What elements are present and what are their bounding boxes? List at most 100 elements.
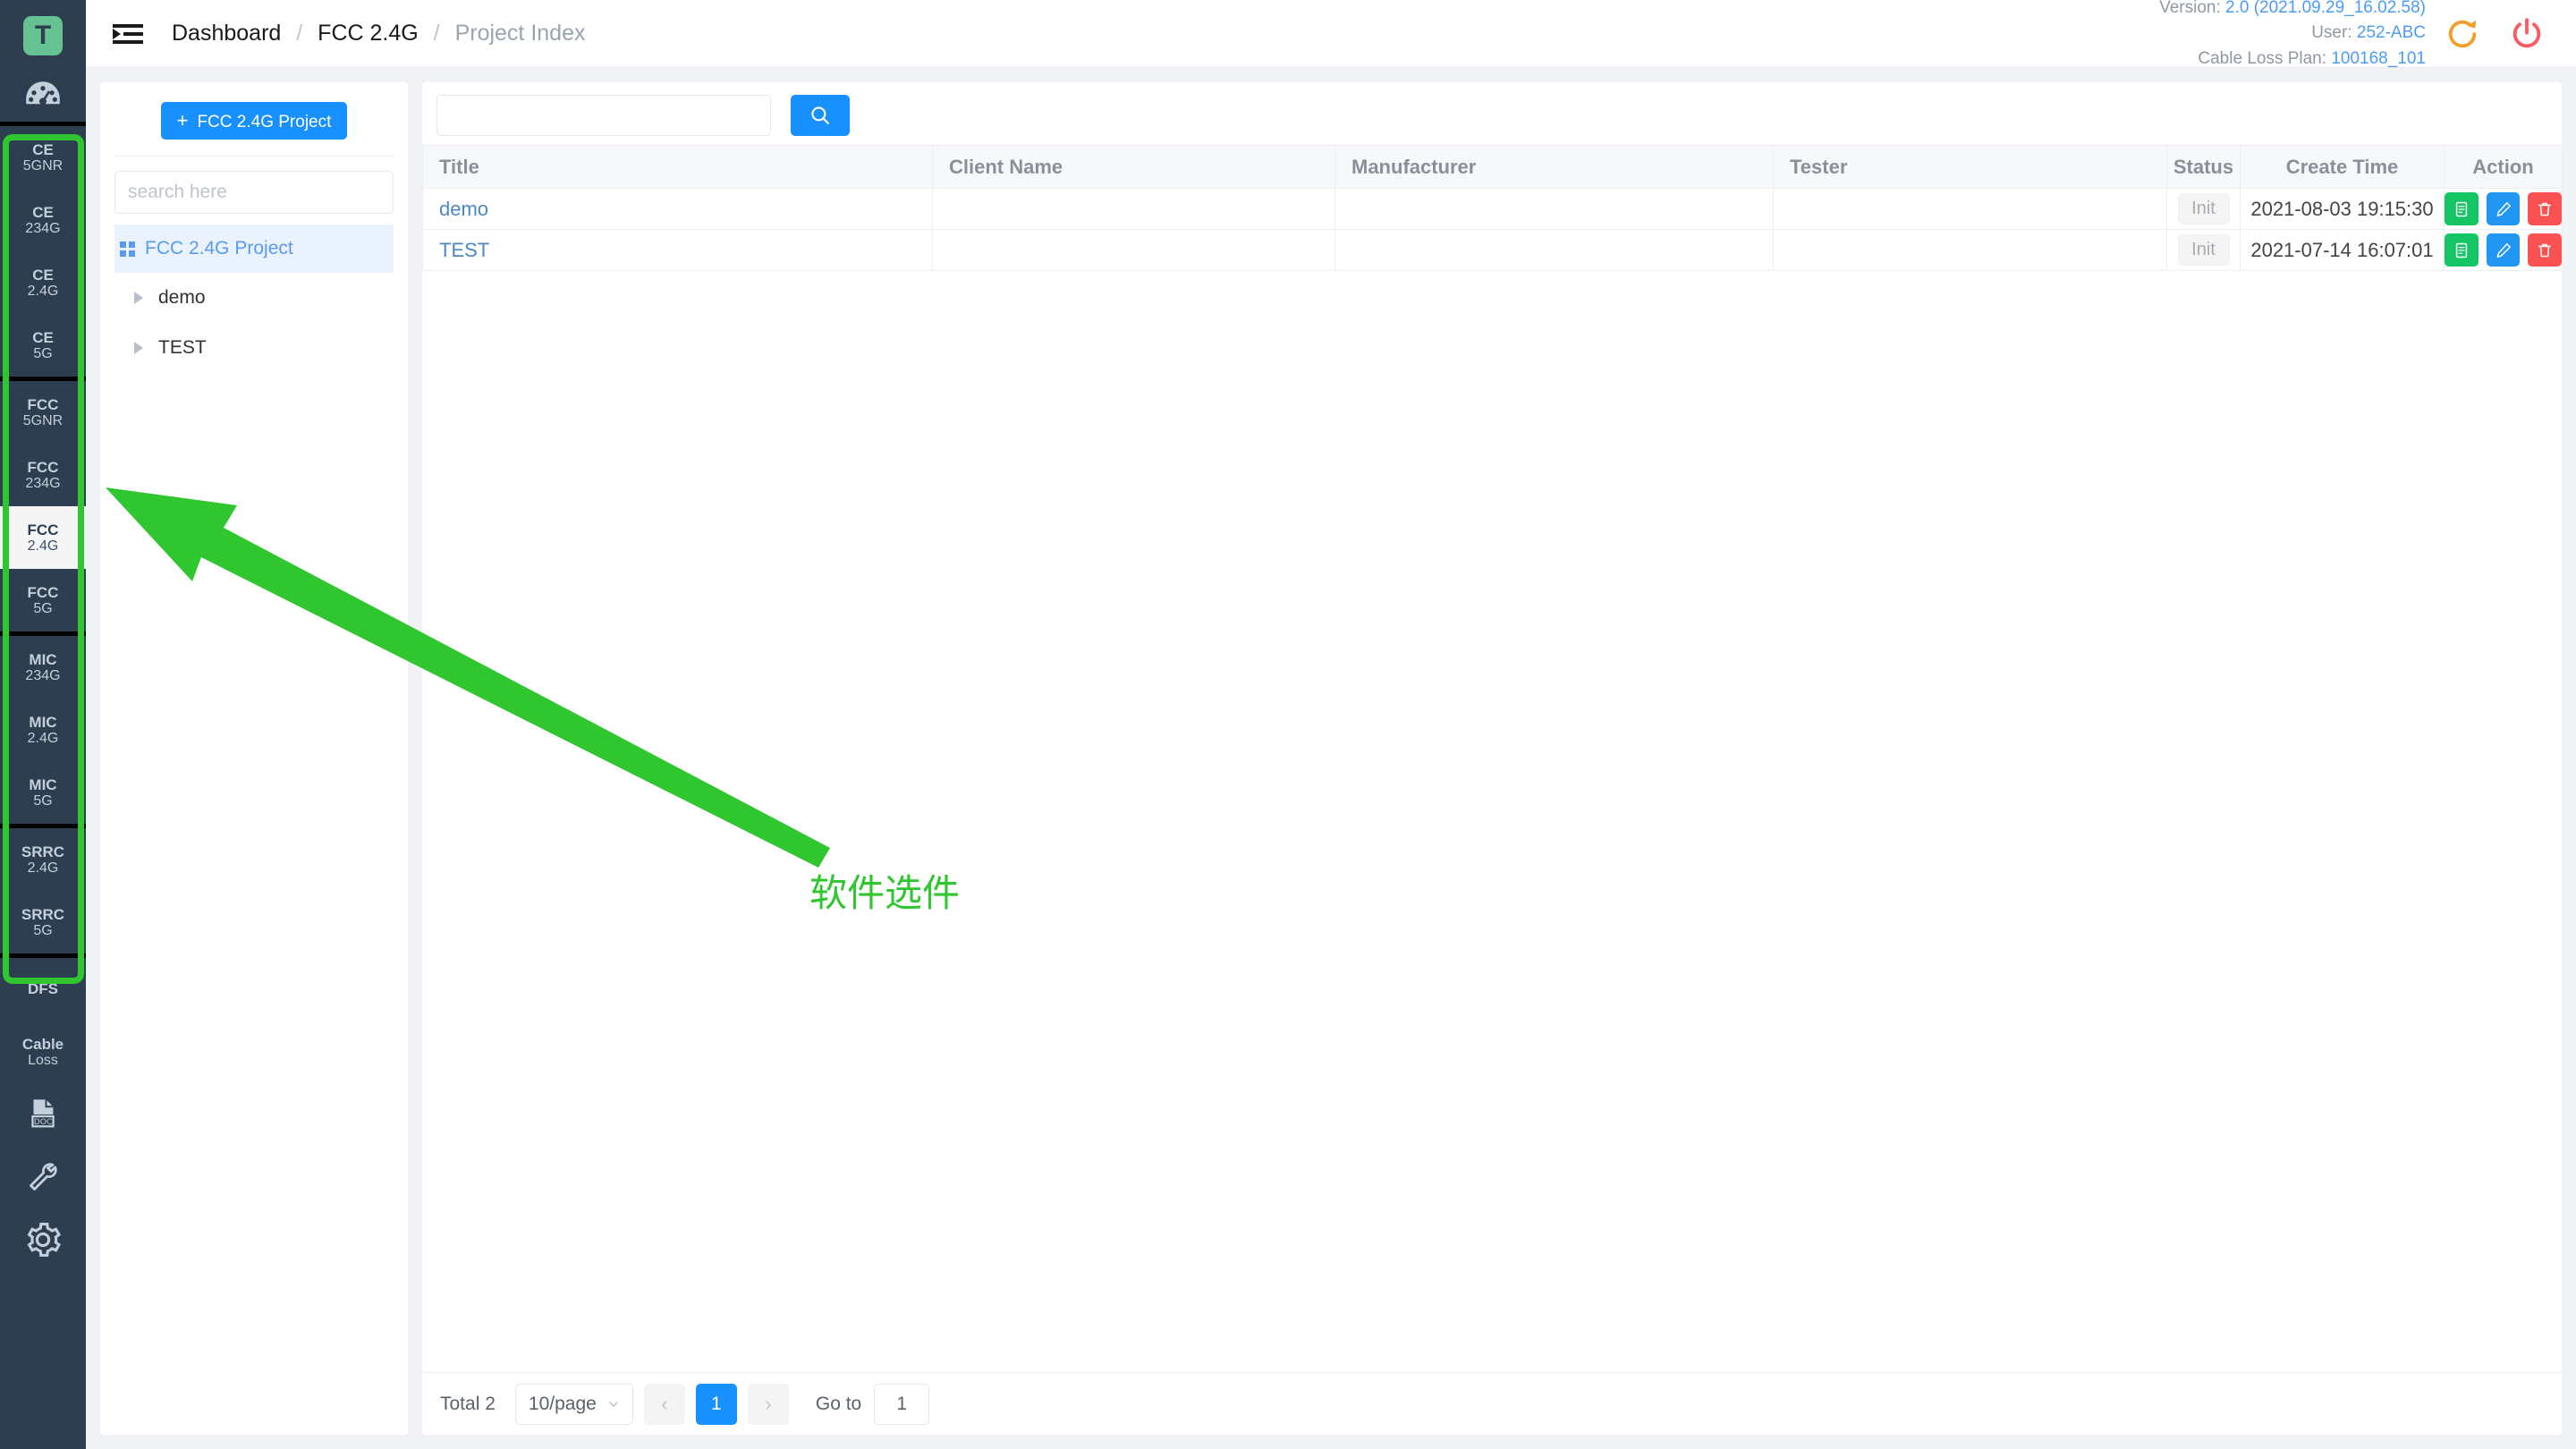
- rail-item-fcc-2.4g[interactable]: FCC 2.4G: [0, 506, 86, 569]
- gear-icon[interactable]: [0, 1208, 86, 1271]
- menu-fold-icon[interactable]: [113, 22, 143, 46]
- rail-item-srrc-5g[interactable]: SRRC 5G: [0, 891, 86, 953]
- rail-item-cable-loss[interactable]: Cable Loss: [0, 1021, 86, 1083]
- header-right-group: Version: 2.0 (2021.09.29_16.02.58) User:…: [2159, 0, 2576, 72]
- breadcrumb-item-fcc-2.4g[interactable]: FCC 2.4G: [318, 21, 419, 46]
- rail-item-line2: Loss: [28, 1052, 58, 1068]
- rail-item-fcc-234g[interactable]: FCC 234G: [0, 444, 86, 506]
- rail-item-ce-5gnr[interactable]: CE 5GNR: [0, 126, 86, 189]
- add-project-button[interactable]: + FCC 2.4G Project: [160, 102, 348, 140]
- goto-page-input[interactable]: [874, 1383, 930, 1425]
- pagination-bar: Total 2 10/page ‹ 1 › Go to: [422, 1372, 2562, 1435]
- version-value: 2.0 (2021.09.29_16.02.58): [2225, 0, 2426, 17]
- rail-item-ce-5g[interactable]: CE 5G: [0, 314, 86, 377]
- column-header-create-time: Create Time: [2240, 145, 2445, 189]
- rail-item-line2: 5GNR: [22, 412, 64, 428]
- tree-node-label: demo: [158, 287, 206, 308]
- rail-item-mic-2.4g[interactable]: MIC 2.4G: [0, 699, 86, 761]
- rail-item-line1: FCC: [27, 583, 59, 601]
- tree-root-node[interactable]: FCC 2.4G Project: [114, 225, 394, 273]
- chevron-right-icon[interactable]: [134, 292, 143, 304]
- search-icon: [811, 106, 829, 124]
- user-label: User:: [2311, 23, 2352, 43]
- search-button[interactable]: [791, 95, 850, 136]
- cell-create-time: 2021-08-03 19:15:30: [2240, 188, 2445, 230]
- rail-item-line1: MIC: [29, 775, 57, 793]
- rail-item-fcc-5gnr[interactable]: FCC 5GNR: [0, 381, 86, 444]
- rail-item-line1: CE: [32, 328, 54, 346]
- chevron-right-icon[interactable]: [134, 342, 143, 354]
- app-logo[interactable]: T: [23, 16, 63, 55]
- rail-item-fcc-5g[interactable]: FCC 5G: [0, 569, 86, 631]
- rail-item-line2: 234G: [25, 220, 61, 236]
- annotation-label: 软件选件: [809, 871, 961, 915]
- rail-item-line1: FCC: [27, 395, 59, 413]
- delete-button[interactable]: [2528, 192, 2563, 225]
- page-size-select[interactable]: 10/page: [514, 1383, 633, 1425]
- tree-node-demo[interactable]: demo: [114, 273, 394, 323]
- document-icon: [2455, 201, 2467, 216]
- delete-button[interactable]: [2528, 233, 2563, 267]
- cable-loss-value: 100168_101: [2331, 48, 2426, 68]
- rail-item-line2: 234G: [25, 475, 61, 491]
- breadcrumb-separator: /: [296, 21, 303, 46]
- goto-label: Go to: [815, 1393, 862, 1414]
- next-page-button[interactable]: ›: [747, 1383, 789, 1425]
- report-button[interactable]: [2445, 233, 2479, 267]
- rail-item-mic-234g[interactable]: MIC 234G: [0, 636, 86, 699]
- cable-loss-row: Cable Loss Plan: 100168_101: [2159, 47, 2426, 72]
- tree-node-test[interactable]: TEST: [114, 323, 394, 373]
- wrench-icon[interactable]: [0, 1146, 86, 1208]
- prev-page-button[interactable]: ‹: [643, 1383, 685, 1425]
- rail-item-line1: FCC: [27, 458, 59, 476]
- project-link[interactable]: TEST: [439, 239, 489, 261]
- icon-rail-sidebar: T CE 5GNR CE 234G CE 2.4G CE 5G FCC 5GNR: [0, 0, 86, 1449]
- top-header: Dashboard / FCC 2.4G / Project Index Ver…: [86, 0, 2576, 68]
- tree-search-input[interactable]: [114, 171, 394, 214]
- cell-title: demo: [422, 188, 933, 230]
- rail-item-line1: Cable: [21, 1035, 64, 1053]
- column-header-status: Status: [2166, 145, 2241, 189]
- rail-item-mic-5g[interactable]: MIC 5G: [0, 761, 86, 824]
- refresh-icon[interactable]: [2435, 6, 2490, 62]
- rail-item-line2: 2.4G: [27, 730, 59, 746]
- pencil-icon: [2496, 201, 2511, 216]
- power-icon[interactable]: [2499, 6, 2555, 62]
- trash-icon: [2538, 243, 2552, 257]
- edit-button[interactable]: [2486, 233, 2521, 267]
- report-button[interactable]: [2445, 192, 2479, 225]
- dashboard-gauge-icon[interactable]: [20, 75, 66, 122]
- column-header-client-name: Client Name: [932, 145, 1335, 189]
- search-input[interactable]: [436, 95, 771, 136]
- rail-item-line1: SRRC: [21, 905, 65, 923]
- cell-client-name: [932, 229, 1335, 271]
- project-link[interactable]: demo: [439, 198, 488, 220]
- pencil-icon: [2496, 242, 2511, 258]
- rail-item-ce-234g[interactable]: CE 234G: [0, 189, 86, 251]
- total-count-label: Total 2: [440, 1393, 496, 1414]
- rail-item-line1: CE: [32, 266, 54, 284]
- cell-status: Init: [2166, 188, 2241, 230]
- rail-item-ce-2.4g[interactable]: CE 2.4G: [0, 251, 86, 314]
- rail-item-dfs[interactable]: DFS: [0, 958, 86, 1021]
- edit-button[interactable]: [2486, 192, 2521, 225]
- rail-item-line1: MIC: [29, 713, 57, 731]
- breadcrumb-item-dashboard[interactable]: Dashboard: [172, 21, 281, 46]
- rail-item-line1: MIC: [29, 650, 57, 668]
- rail-item-line2: 2.4G: [27, 538, 59, 554]
- rail-item-line1: DFS: [28, 980, 58, 998]
- cell-tester: [1773, 229, 2167, 271]
- page-number-1[interactable]: 1: [695, 1383, 737, 1425]
- cable-loss-label: Cable Loss Plan:: [2198, 48, 2327, 68]
- breadcrumb: Dashboard / FCC 2.4G / Project Index: [172, 21, 585, 47]
- doc-icon[interactable]: DOC: [0, 1083, 86, 1146]
- user-row: User: 252-ABC: [2159, 21, 2426, 47]
- action-button-group: [2445, 233, 2563, 267]
- rail-item-srrc-2.4g[interactable]: SRRC 2.4G: [0, 828, 86, 891]
- add-project-button-label: FCC 2.4G Project: [197, 113, 332, 131]
- project-tree-panel: +FCC 2.4G Project FCC 2.4G Project demo …: [100, 82, 408, 1435]
- column-header-action: Action: [2444, 145, 2563, 189]
- trash-icon: [2538, 202, 2552, 216]
- column-header-tester: Tester: [1773, 145, 2167, 189]
- header-meta-info: Version: 2.0 (2021.09.29_16.02.58) User:…: [2159, 0, 2426, 72]
